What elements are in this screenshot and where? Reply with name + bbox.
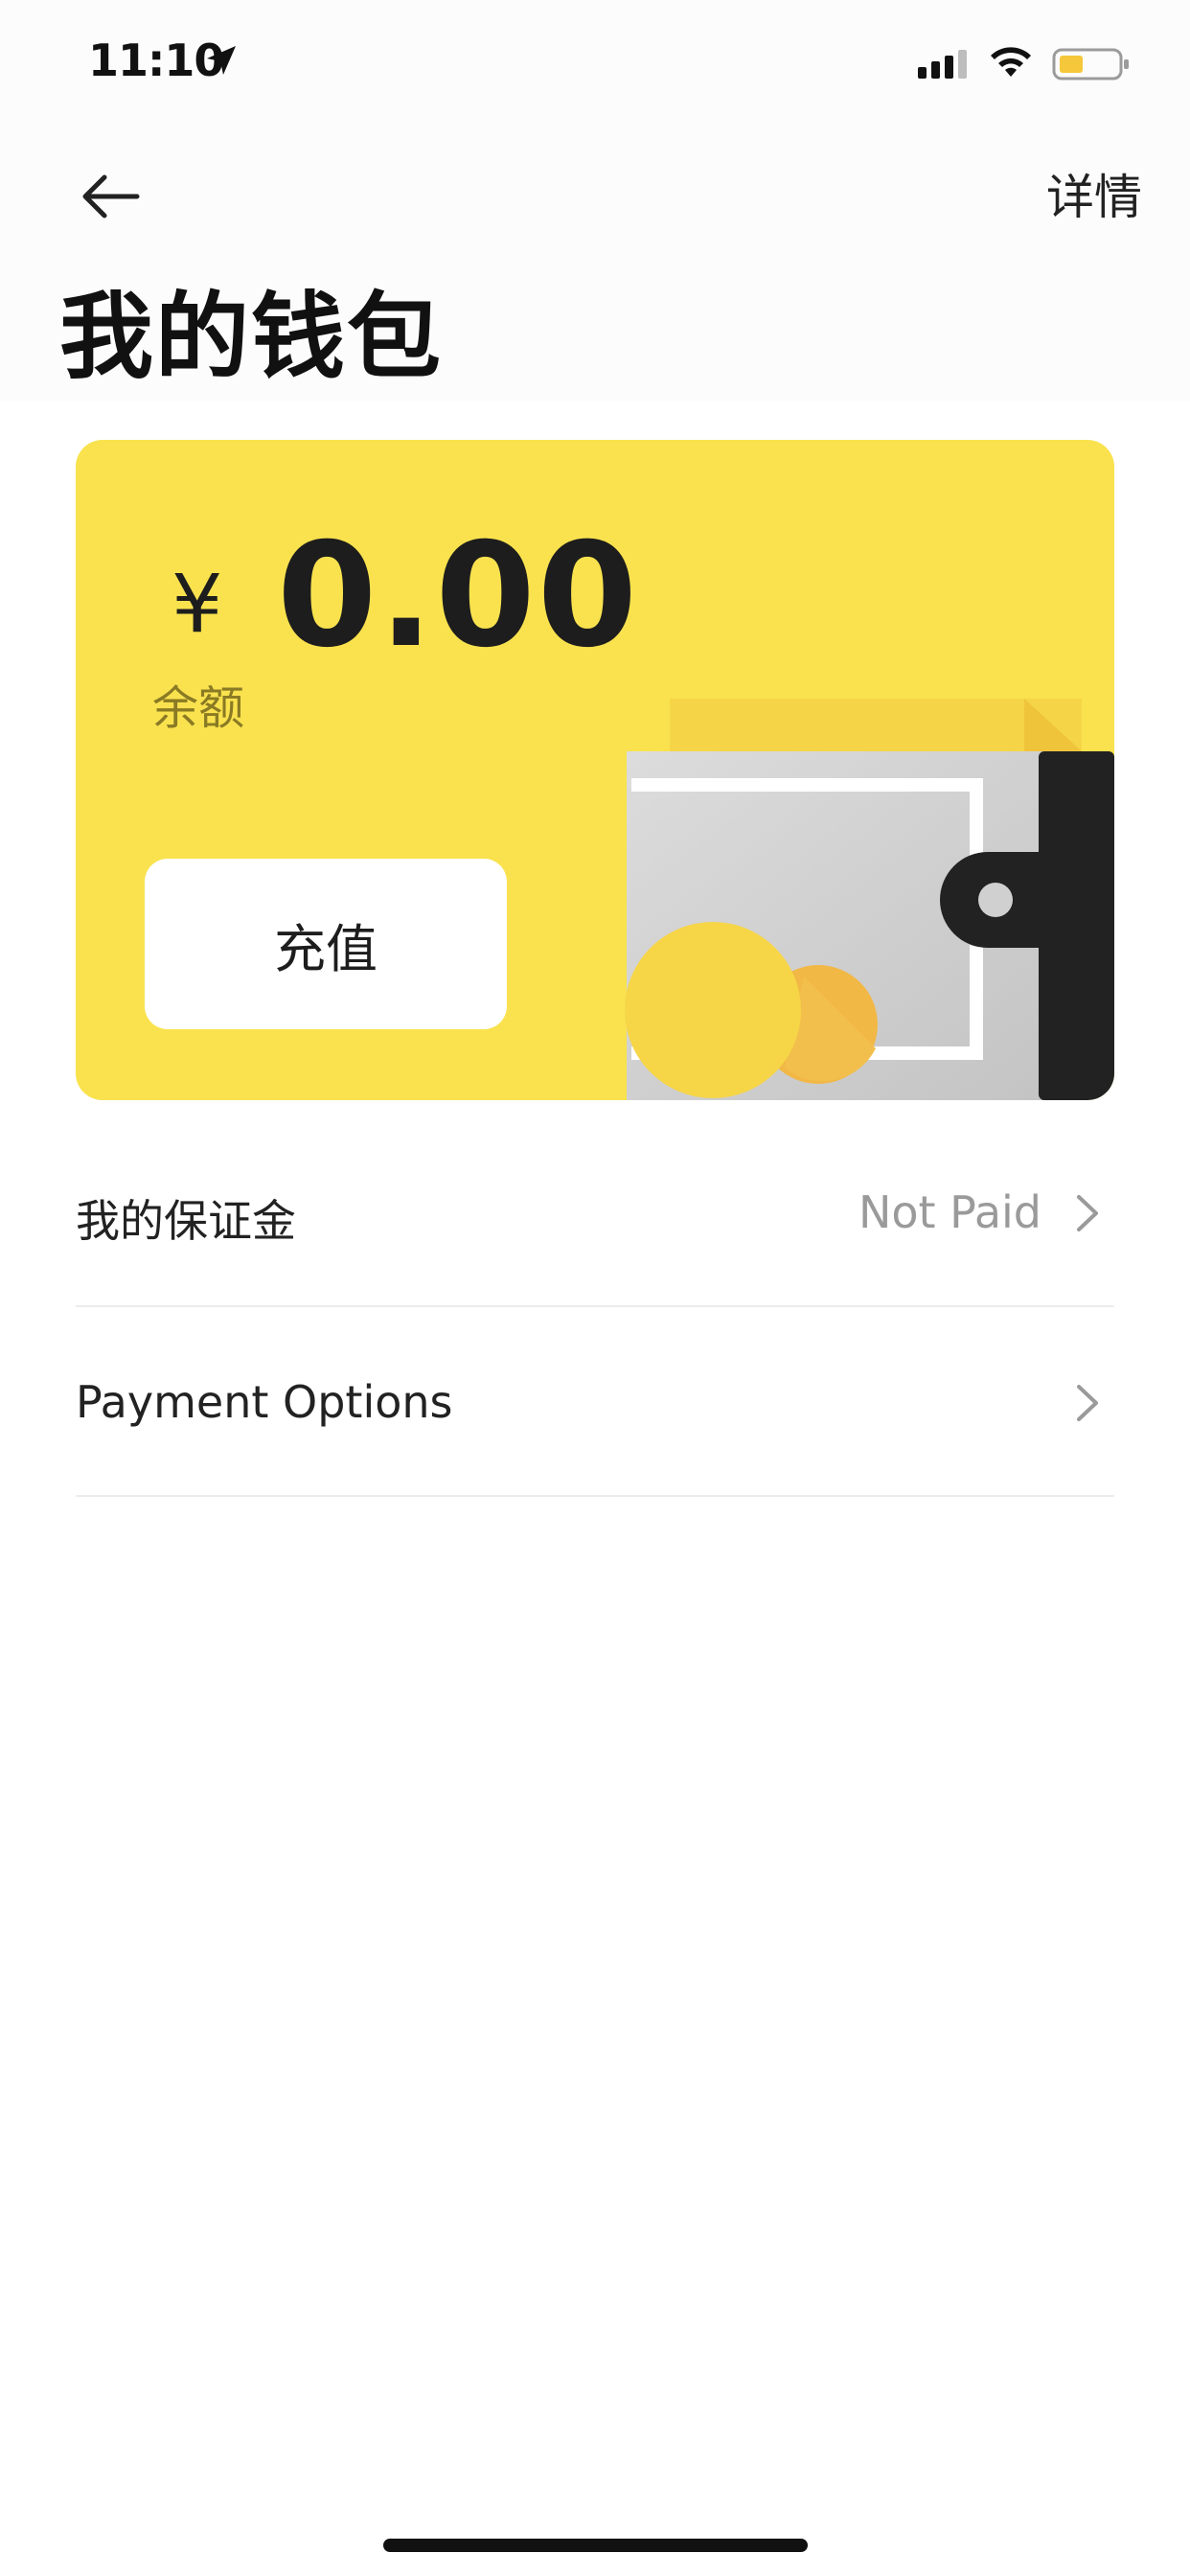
row-value: Not Paid: [858, 1186, 1041, 1238]
row-label: 我的保证金: [76, 1195, 296, 1247]
chevron-right-icon: [1077, 1385, 1098, 1421]
details-link[interactable]: 详情: [1046, 159, 1142, 228]
wifi-icon: [991, 47, 1031, 77]
battery-icon: [1052, 48, 1129, 80]
arrow-left-icon: [82, 174, 140, 218]
list-item-payment-options[interactable]: Payment Options: [76, 1309, 1114, 1497]
recharge-button[interactable]: 充值: [145, 859, 507, 1029]
page-title: 我的钱包: [59, 283, 444, 392]
signal-icon: [918, 50, 967, 79]
status-bar: 11:10: [0, 0, 1190, 126]
status-time: 11:10: [88, 34, 224, 86]
location-arrow-icon: [207, 46, 236, 75]
chevron-right-icon: [1077, 1195, 1098, 1231]
balance-amount: 0.00: [277, 513, 640, 679]
header: 详情 我的钱包: [0, 126, 1190, 401]
balance-label: 余额: [152, 681, 245, 735]
currency-symbol: ¥: [172, 557, 223, 651]
wallet-with-coins-icon: [625, 699, 1114, 1100]
list-item-deposit[interactable]: 我的保证金 Not Paid: [76, 1119, 1114, 1307]
row-label: Payment Options: [76, 1376, 453, 1428]
home-indicator: [383, 2539, 808, 2552]
back-button[interactable]: [67, 153, 153, 240]
wallet-card: ¥ 0.00 余额 充值: [76, 440, 1114, 1100]
